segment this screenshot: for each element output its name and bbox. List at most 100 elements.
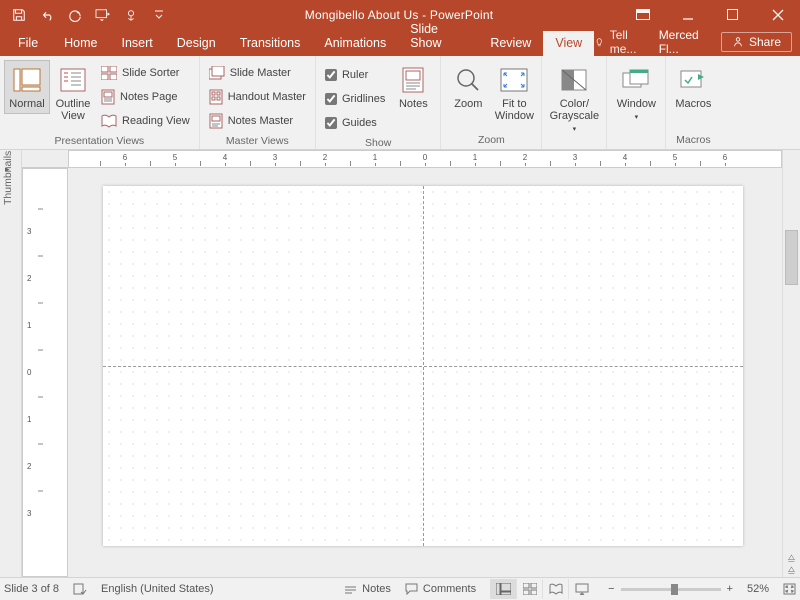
- fit-to-window-icon: [500, 64, 528, 96]
- comments-icon: [405, 583, 418, 595]
- tell-me-label: Tell me...: [610, 28, 649, 56]
- notes-icon: [344, 583, 357, 595]
- group-show: Ruler Gridlines Guides Notes Show: [316, 56, 441, 149]
- group-zoom: Zoom Fit to Window Zoom: [441, 56, 542, 149]
- group-color-grayscale: Color/ Grayscale▾: [542, 56, 607, 149]
- slide-indicator[interactable]: Slide 3 of 8: [4, 583, 59, 595]
- tell-me-search[interactable]: Tell me...: [594, 28, 648, 56]
- normal-view-icon: [13, 64, 41, 96]
- group-macros: Macros Macros: [666, 56, 720, 149]
- window-controls: [620, 1, 800, 29]
- color-grayscale-icon: [561, 64, 587, 96]
- maximize-button[interactable]: [710, 1, 755, 29]
- normal-view-button[interactable]: Normal: [4, 60, 50, 114]
- reading-view-status-button[interactable]: [542, 579, 568, 599]
- zoom-slider[interactable]: − +: [608, 583, 733, 595]
- zoom-slider-thumb[interactable]: [671, 584, 678, 595]
- status-bar: Slide 3 of 8 English (United States) Not…: [0, 577, 800, 600]
- tab-transitions[interactable]: Transitions: [228, 31, 313, 56]
- slide-sorter-button[interactable]: Slide Sorter: [98, 62, 193, 83]
- work-area: ▸ Thumbnails 6543210123456 3210123 ⧋ ⧋: [0, 150, 800, 577]
- vertical-ruler[interactable]: 3210123: [22, 168, 68, 577]
- zoom-button[interactable]: Zoom: [445, 60, 491, 114]
- tab-insert[interactable]: Insert: [110, 31, 165, 56]
- notes-page-icon: [101, 89, 115, 105]
- thumbnails-label: Thumbnails: [2, 151, 14, 205]
- share-button[interactable]: Share: [721, 32, 792, 52]
- share-label: Share: [749, 35, 781, 49]
- group-presentation-views: Normal Outline View Slide Sorter Notes P…: [0, 56, 200, 149]
- outline-view-icon: [60, 64, 86, 96]
- zoom-level[interactable]: 52%: [747, 583, 769, 595]
- zoom-in-button[interactable]: +: [727, 583, 733, 595]
- reading-view-icon: [101, 114, 117, 128]
- tab-view[interactable]: View: [543, 31, 594, 56]
- slide-sorter-icon: [101, 66, 117, 80]
- outline-view-button[interactable]: Outline View: [50, 60, 96, 126]
- fit-to-window-button[interactable]: Fit to Window: [491, 60, 537, 126]
- tab-animations[interactable]: Animations: [312, 31, 398, 56]
- slide-sorter-status-button[interactable]: [516, 579, 542, 599]
- ribbon-display-options-button[interactable]: [620, 1, 665, 29]
- account-name[interactable]: Merced Fl...: [659, 28, 711, 56]
- chevron-down-icon: ▾: [635, 112, 639, 124]
- tab-file[interactable]: File: [4, 31, 52, 56]
- redo-button[interactable]: [64, 4, 86, 26]
- slide-master-button[interactable]: Slide Master: [206, 62, 309, 83]
- comments-toggle[interactable]: Comments: [405, 583, 476, 595]
- normal-view-status-button[interactable]: [490, 579, 516, 599]
- slide-canvas[interactable]: [103, 186, 743, 546]
- chevron-down-icon: ▾: [573, 124, 577, 136]
- group-window: Window▾: [607, 56, 666, 149]
- notes-toggle[interactable]: Notes: [344, 583, 391, 595]
- ribbon-tabs: File Home Insert Design Transitions Anim…: [0, 29, 800, 56]
- thumbnails-pane-collapsed[interactable]: ▸ Thumbnails: [0, 150, 22, 577]
- scrollbar-thumb[interactable]: [785, 230, 798, 285]
- window-icon: [622, 64, 650, 96]
- share-icon: [732, 36, 744, 48]
- window-button[interactable]: Window▾: [611, 60, 661, 128]
- view-buttons: [490, 579, 594, 599]
- notes-master-icon: [209, 113, 223, 129]
- close-button[interactable]: [755, 1, 800, 29]
- save-button[interactable]: [8, 4, 30, 26]
- spellcheck-icon: [73, 582, 87, 596]
- zoom-out-button[interactable]: −: [608, 583, 614, 595]
- qat-customize-button[interactable]: [148, 4, 170, 26]
- notes-button[interactable]: Notes: [390, 60, 436, 114]
- tab-design[interactable]: Design: [165, 31, 228, 56]
- undo-button[interactable]: [36, 4, 58, 26]
- slide-master-icon: [209, 66, 225, 80]
- color-grayscale-button[interactable]: Color/ Grayscale▾: [546, 60, 602, 140]
- start-from-beginning-button[interactable]: [92, 4, 114, 26]
- horizontal-ruler[interactable]: 6543210123456: [68, 150, 782, 168]
- notes-icon: [402, 64, 424, 96]
- group-master-views: Slide Master Handout Master Notes Master…: [200, 56, 316, 149]
- macros-button[interactable]: Macros: [670, 60, 716, 114]
- handout-master-button[interactable]: Handout Master: [206, 86, 309, 107]
- fit-to-window-status-button[interactable]: [783, 583, 796, 595]
- slide-area[interactable]: [68, 168, 782, 577]
- ribbon: Normal Outline View Slide Sorter Notes P…: [0, 56, 800, 150]
- ruler-checkbox[interactable]: Ruler: [322, 64, 388, 85]
- gridlines-checkbox[interactable]: Gridlines: [322, 88, 388, 109]
- language-indicator[interactable]: English (United States): [101, 583, 214, 595]
- zoom-slider-track[interactable]: [621, 588, 721, 591]
- next-slide-button[interactable]: ⧋: [788, 565, 795, 575]
- horizontal-guide[interactable]: [103, 366, 743, 367]
- tab-home[interactable]: Home: [52, 31, 109, 56]
- zoom-icon: [455, 64, 481, 96]
- tab-slide-show[interactable]: Slide Show: [398, 17, 478, 56]
- previous-slide-button[interactable]: ⧋: [788, 553, 795, 563]
- guides-checkbox[interactable]: Guides: [322, 112, 388, 133]
- slide-show-status-button[interactable]: [568, 579, 594, 599]
- spell-check-button[interactable]: [73, 582, 87, 596]
- tab-review[interactable]: Review: [478, 31, 543, 56]
- vertical-scrollbar[interactable]: ⧋ ⧋: [782, 150, 800, 577]
- notes-master-button[interactable]: Notes Master: [206, 110, 309, 131]
- notes-page-button[interactable]: Notes Page: [98, 86, 193, 107]
- ruler-corner: [22, 150, 68, 168]
- touch-mode-button[interactable]: [120, 4, 142, 26]
- minimize-button[interactable]: [665, 1, 710, 29]
- reading-view-button[interactable]: Reading View: [98, 110, 193, 131]
